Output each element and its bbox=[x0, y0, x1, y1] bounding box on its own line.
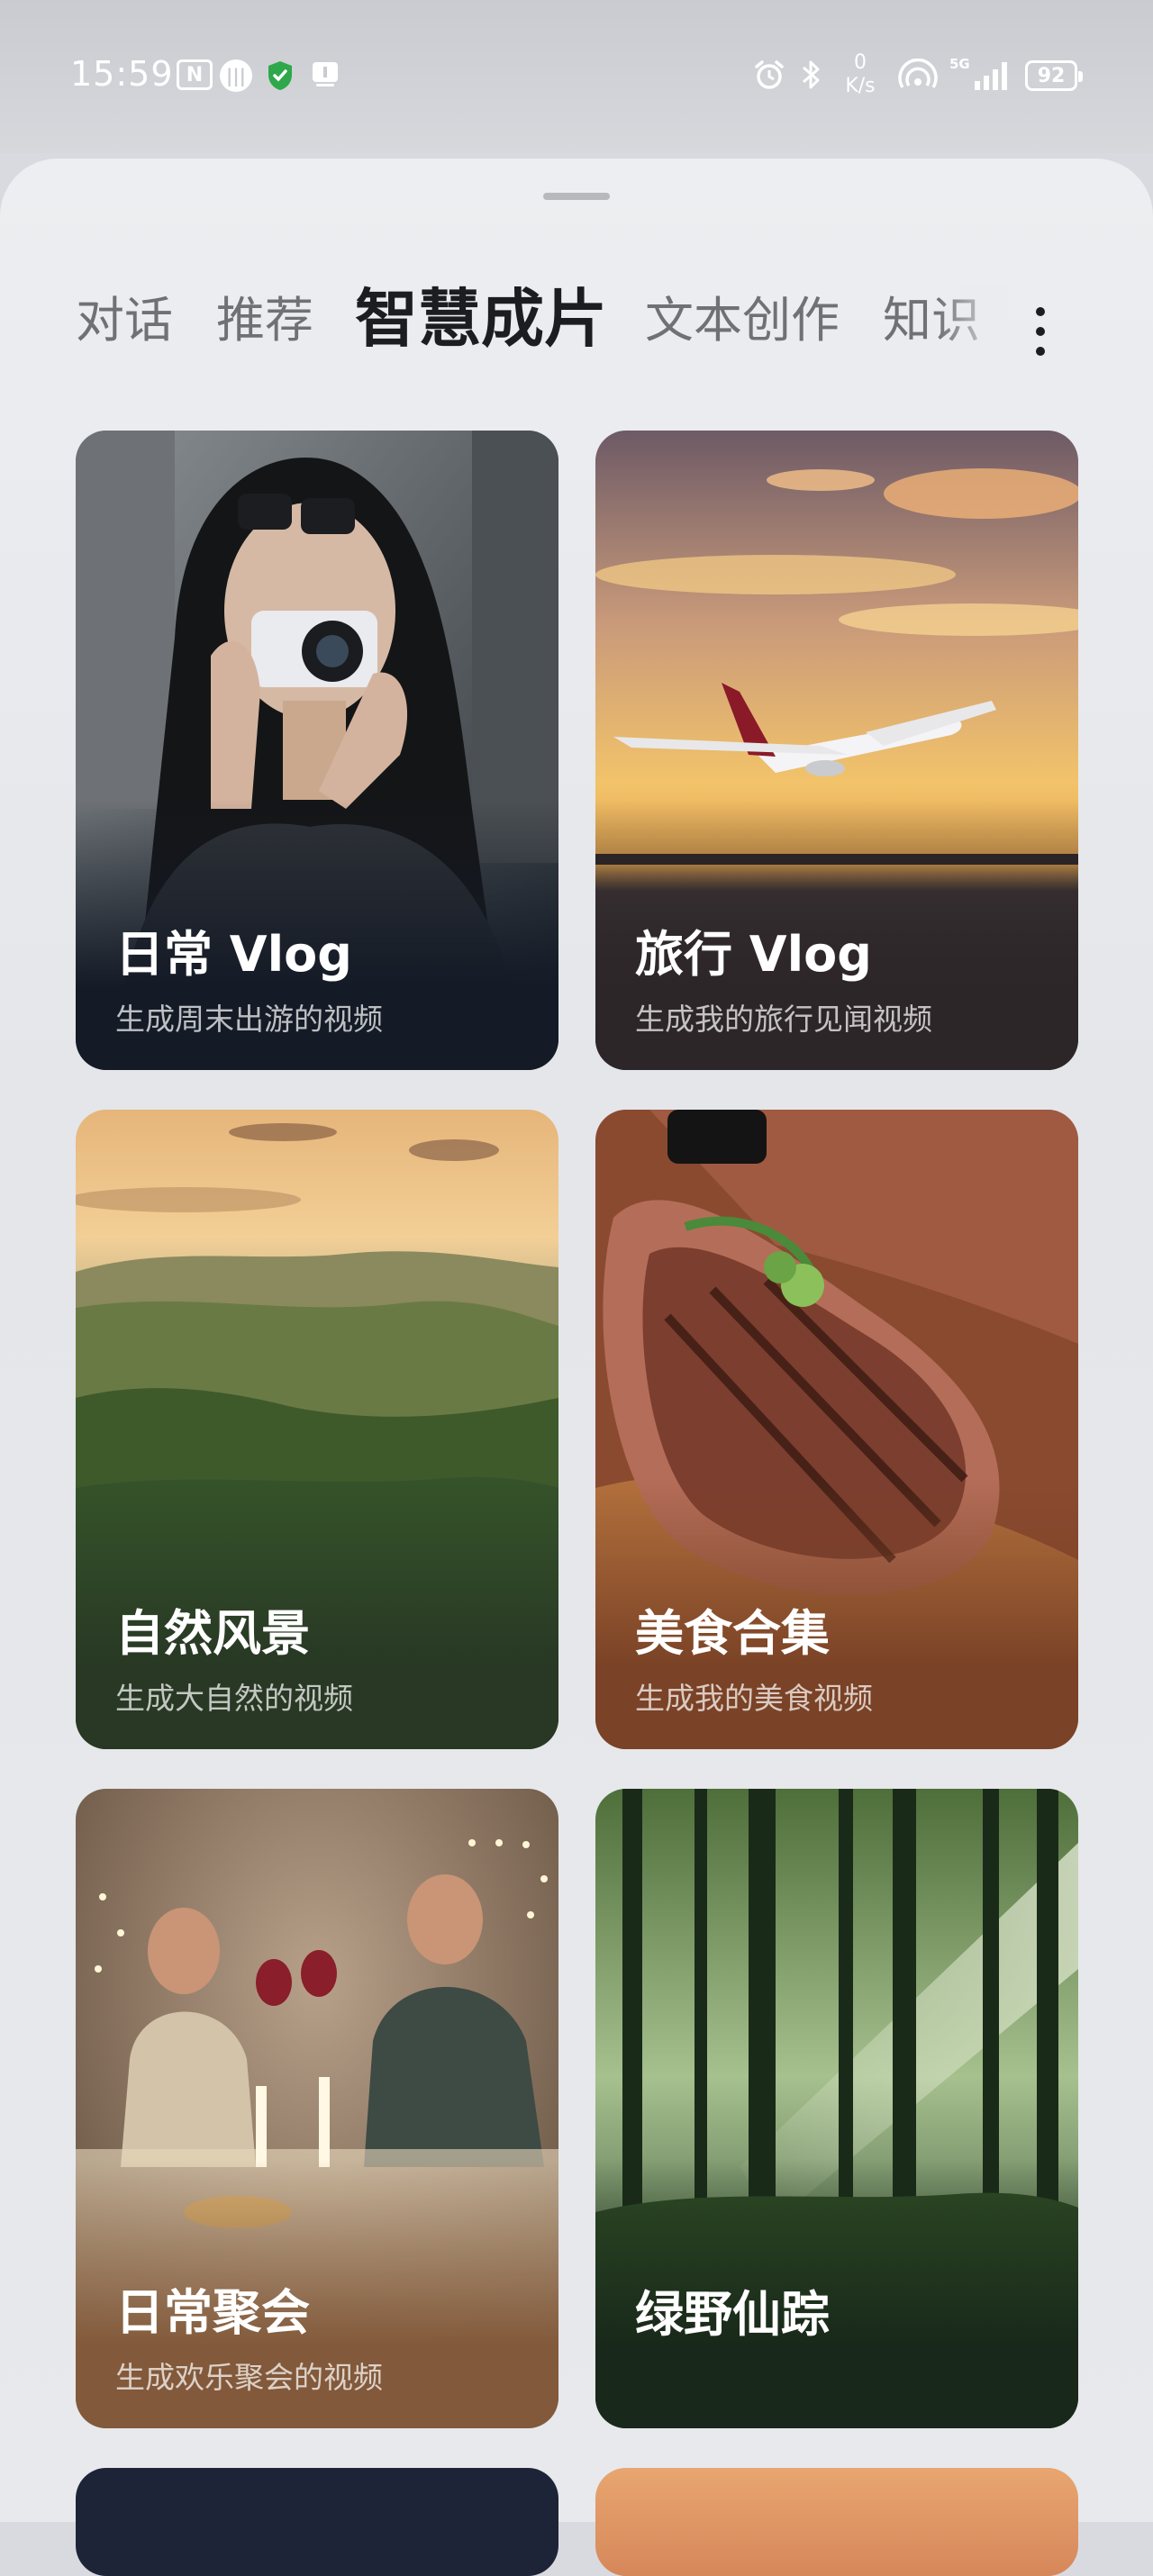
card-title: 旅行 Vlog bbox=[635, 926, 872, 983]
shield-icon bbox=[265, 59, 295, 92]
audio-icon: ||| bbox=[220, 59, 252, 92]
network-speed: 0 K/s bbox=[838, 49, 883, 101]
alarm-icon bbox=[751, 59, 787, 90]
card-title: 日常 Vlog bbox=[115, 926, 352, 983]
card-subtitle: 生成欢乐聚会的视频 bbox=[115, 2360, 383, 2395]
bottom-sheet: 对话 推荐 智慧成片 文本创作 知识 日常 Vlog 生成周末出游的视频 旅行 … bbox=[0, 159, 1153, 2576]
signal-label: 5G bbox=[949, 56, 970, 72]
template-card-green-forest[interactable]: 绿野仙踪 bbox=[595, 1789, 1078, 2428]
network-speed-value: 0 bbox=[854, 51, 867, 74]
nfc-icon: N bbox=[177, 59, 213, 90]
card-title: 日常聚会 bbox=[115, 2284, 310, 2341]
card-subtitle: 生成周末出游的视频 bbox=[115, 1002, 383, 1037]
template-card-partial-left[interactable] bbox=[76, 2468, 558, 2576]
template-card-travel-vlog[interactable]: 旅行 Vlog 生成我的旅行见闻视频 bbox=[595, 431, 1078, 1070]
template-card-partial-right[interactable] bbox=[595, 2468, 1078, 2576]
card-title: 自然风景 bbox=[115, 1605, 310, 1662]
card-subtitle: 生成大自然的视频 bbox=[115, 1681, 353, 1716]
notification-icon bbox=[310, 59, 340, 90]
template-card-daily-vlog[interactable]: 日常 Vlog 生成周末出游的视频 bbox=[76, 431, 558, 1070]
card-title: 美食合集 bbox=[635, 1605, 830, 1662]
card-subtitle: 生成我的旅行见闻视频 bbox=[635, 1002, 932, 1037]
battery-indicator: 92 bbox=[1025, 60, 1083, 91]
status-bar: 15:59 N ||| 0 K/s 5G 92 bbox=[0, 0, 1153, 153]
signal-icon: 5G bbox=[949, 56, 1012, 90]
bluetooth-icon bbox=[798, 59, 823, 90]
template-grid: 日常 Vlog 生成周末出游的视频 旅行 Vlog 生成我的旅行见闻视频 自然风… bbox=[0, 159, 1153, 2576]
template-card-party[interactable]: 日常聚会 生成欢乐聚会的视频 bbox=[76, 1789, 558, 2428]
status-time: 15:59 bbox=[70, 54, 174, 94]
template-card-food[interactable]: 美食合集 生成我的美食视频 bbox=[595, 1110, 1078, 1749]
template-card-nature[interactable]: 自然风景 生成大自然的视频 bbox=[76, 1110, 558, 1749]
card-title: 绿野仙踪 bbox=[635, 2286, 830, 2343]
network-speed-unit: K/s bbox=[845, 75, 876, 97]
hotspot-icon bbox=[897, 59, 939, 90]
card-subtitle: 生成我的美食视频 bbox=[635, 1681, 873, 1716]
